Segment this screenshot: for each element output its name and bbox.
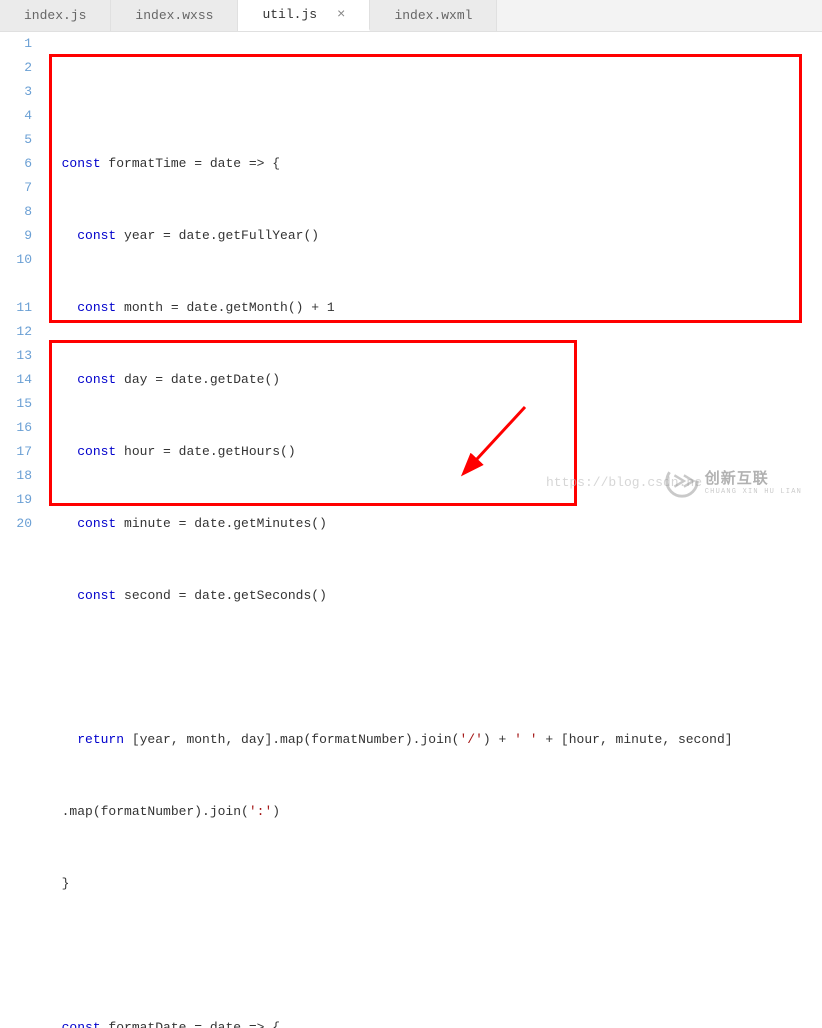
code-content[interactable]: const formatTime = date => { const year … xyxy=(46,32,822,1028)
code-line: const month = date.getMonth() + 1 xyxy=(46,296,822,320)
line-number: 16 xyxy=(0,416,32,440)
line-number: 9 xyxy=(0,224,32,248)
code-editor[interactable]: 1 2 3 4 5 6 7 8 9 10 11 12 13 14 15 16 1… xyxy=(0,32,822,1028)
tab-index-wxml[interactable]: index.wxml xyxy=(370,0,497,31)
line-number: 18 xyxy=(0,464,32,488)
line-number: 6 xyxy=(0,152,32,176)
code-line: const minute = date.getMinutes() xyxy=(46,512,822,536)
code-line: } xyxy=(46,872,822,896)
line-gutter: 1 2 3 4 5 6 7 8 9 10 11 12 13 14 15 16 1… xyxy=(0,32,46,1028)
code-line: const year = date.getFullYear() xyxy=(46,224,822,248)
tab-bar: index.js index.wxss util.js × index.wxml xyxy=(0,0,822,32)
line-number: 2 xyxy=(0,56,32,80)
close-icon[interactable]: × xyxy=(337,7,345,23)
code-line: const formatDate = date => { xyxy=(46,1016,822,1028)
code-line: const day = date.getDate() xyxy=(46,368,822,392)
code-line: const hour = date.getHours() xyxy=(46,440,822,464)
line-number: 20 xyxy=(0,512,32,536)
line-number: 1 xyxy=(0,32,32,56)
line-number: 17 xyxy=(0,440,32,464)
code-line: const second = date.getSeconds() xyxy=(46,584,822,608)
code-line: return [year, month, day].map(formatNumb… xyxy=(46,728,822,752)
watermark-subtext: CHUANG XIN HU LIAN xyxy=(705,488,802,496)
watermark: 创新互联 CHUANG XIN HU LIAN xyxy=(663,462,802,500)
code-line: .map(formatNumber).join(':') xyxy=(46,800,822,824)
line-number: 7 xyxy=(0,176,32,200)
line-number: 11 xyxy=(0,296,32,320)
line-number: 19 xyxy=(0,488,32,512)
line-number: 10 xyxy=(0,248,32,272)
code-line xyxy=(46,944,822,968)
line-number: 13 xyxy=(0,344,32,368)
tab-index-wxss[interactable]: index.wxss xyxy=(111,0,238,31)
line-number: 4 xyxy=(0,104,32,128)
line-number: 5 xyxy=(0,128,32,152)
tab-util-js[interactable]: util.js × xyxy=(238,0,370,31)
line-number: 8 xyxy=(0,200,32,224)
line-number: 14 xyxy=(0,368,32,392)
line-number: 3 xyxy=(0,80,32,104)
code-line xyxy=(46,80,822,104)
watermark-logo-icon xyxy=(663,462,701,500)
code-line: const formatTime = date => { xyxy=(46,152,822,176)
line-number: 15 xyxy=(0,392,32,416)
watermark-text: 创新互联 xyxy=(705,467,802,488)
tab-index-js[interactable]: index.js xyxy=(0,0,111,31)
line-number: 12 xyxy=(0,320,32,344)
code-line xyxy=(46,656,822,680)
